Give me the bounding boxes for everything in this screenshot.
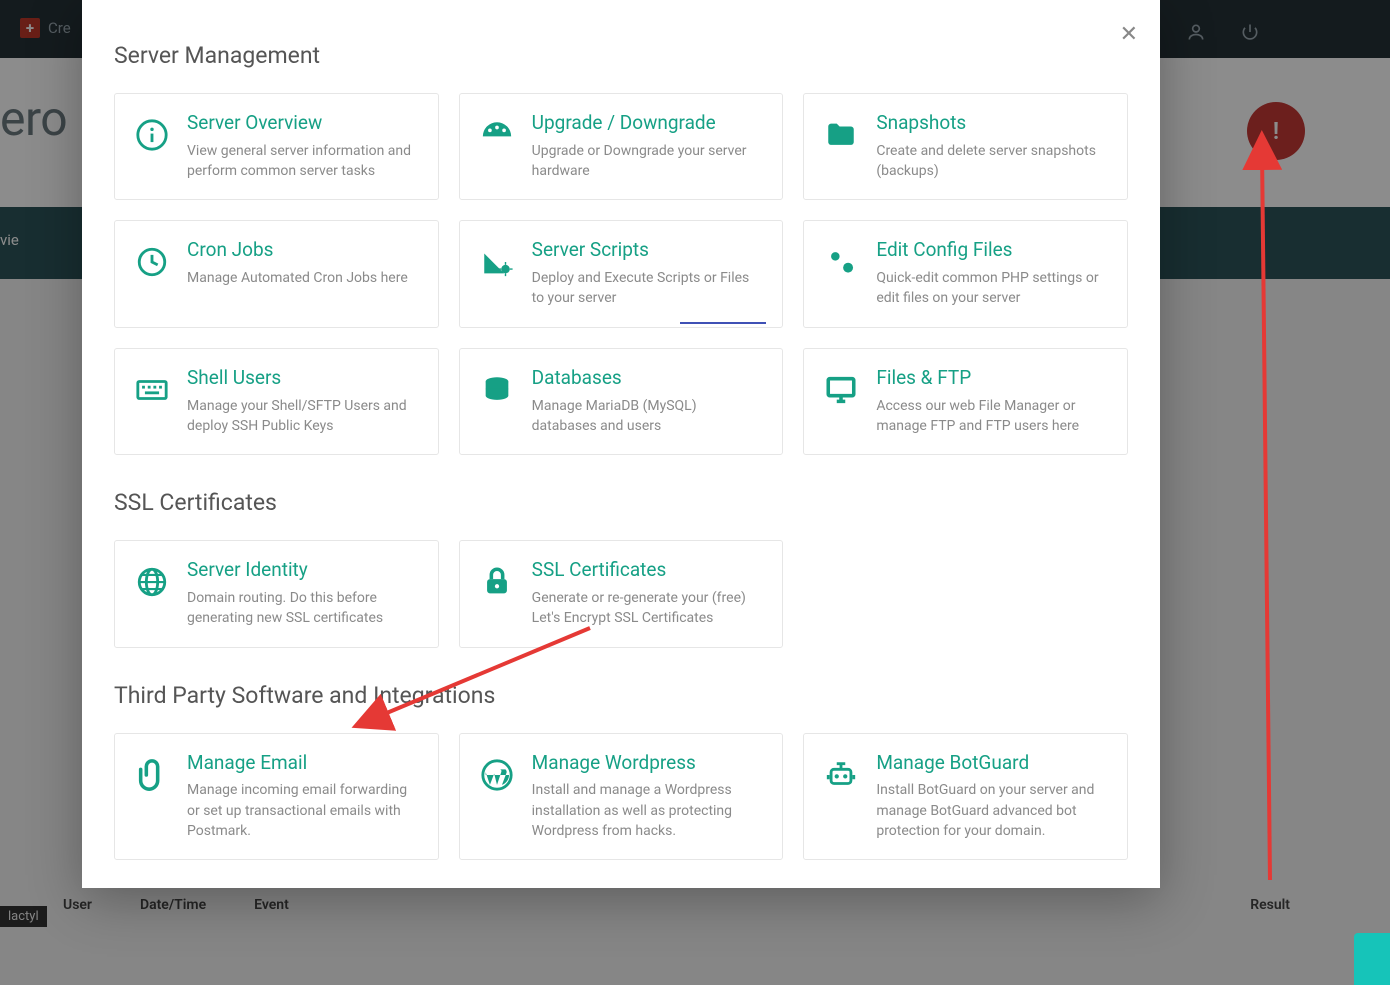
card-files[interactable]: Files & FTP Access our web File Manager … [803,348,1128,455]
card-title: Cron Jobs [187,239,420,262]
dashboard-icon [478,112,516,181]
card-desc: Install and manage a Wordpress installat… [532,780,765,841]
section-ssl: SSL Certificates [114,489,1128,516]
card-title: Server Overview [187,112,420,135]
paperclip-icon [133,752,171,842]
card-title: Edit Config Files [876,239,1109,262]
card-desc: Deploy and Execute Scripts or Files to y… [532,268,765,309]
info-icon [133,112,171,181]
card-desc: Generate or re-generate your (free) Let'… [532,588,765,629]
close-icon[interactable]: ✕ [1120,24,1138,46]
section-server-management: Server Management [114,42,1128,69]
card-desc: Upgrade or Downgrade your server hardwar… [532,141,765,182]
help-widget[interactable] [1354,933,1390,985]
globe-icon [133,559,171,628]
card-desc: View general server information and perf… [187,141,420,182]
card-desc: Install BotGuard on your server and mana… [876,780,1109,841]
card-title: Files & FTP [876,367,1109,390]
wordpress-icon [478,752,516,842]
modal-body: Server Management Server Overview View g… [82,0,1160,888]
card-shell[interactable]: Shell Users Manage your Shell/SFTP Users… [114,348,439,455]
card-title: Server Scripts [532,239,765,262]
card-ssl-certificates[interactable]: SSL Certificates Generate or re-generate… [459,540,784,647]
gears-icon [822,239,860,308]
clock-icon [133,239,171,308]
robot-icon [822,752,860,842]
card-title: Manage Wordpress [532,752,765,775]
server-management-modal: ✕ Server Management Server Overview View… [82,0,1160,888]
card-config[interactable]: Edit Config Files Quick-edit common PHP … [803,220,1128,327]
third-party-grid: Manage Email Manage incoming email forwa… [114,733,1128,861]
card-desc: Manage incoming email forwarding or set … [187,780,420,841]
ssl-grid: Server Identity Domain routing. Do this … [114,540,1128,647]
card-desc: Manage MariaDB (MySQL) databases and use… [532,396,765,437]
accent-underline [680,322,766,324]
card-desc: Domain routing. Do this before generatin… [187,588,420,629]
card-desc: Manage your Shell/SFTP Users and deploy … [187,396,420,437]
card-title: Server Identity [187,559,420,582]
card-cron[interactable]: Cron Jobs Manage Automated Cron Jobs her… [114,220,439,327]
card-desc: Quick-edit common PHP settings or edit f… [876,268,1109,309]
card-desc: Create and delete server snapshots (back… [876,141,1109,182]
card-manage-email[interactable]: Manage Email Manage incoming email forwa… [114,733,439,861]
card-title: Manage BotGuard [876,752,1109,775]
card-server-overview[interactable]: Server Overview View general server info… [114,93,439,200]
card-desc: Access our web File Manager or manage FT… [876,396,1109,437]
card-scripts[interactable]: Server Scripts Deploy and Execute Script… [459,220,784,327]
card-manage-wordpress[interactable]: Manage Wordpress Install and manage a Wo… [459,733,784,861]
card-desc: Manage Automated Cron Jobs here [187,268,420,288]
keyboard-icon [133,367,171,436]
card-databases[interactable]: Databases Manage MariaDB (MySQL) databas… [459,348,784,455]
monitor-icon [822,367,860,436]
card-title: Shell Users [187,367,420,390]
card-snapshots[interactable]: Snapshots Create and delete server snaps… [803,93,1128,200]
card-server-identity[interactable]: Server Identity Domain routing. Do this … [114,540,439,647]
database-icon [478,367,516,436]
server-management-grid: Server Overview View general server info… [114,93,1128,455]
card-title: Databases [532,367,765,390]
card-title: SSL Certificates [532,559,765,582]
lock-icon [478,559,516,628]
folder-icon [822,112,860,181]
card-manage-botguard[interactable]: Manage BotGuard Install BotGuard on your… [803,733,1128,861]
card-title: Snapshots [876,112,1109,135]
card-title: Upgrade / Downgrade [532,112,765,135]
card-title: Manage Email [187,752,420,775]
deploy-icon [478,239,516,308]
section-third-party: Third Party Software and Integrations [114,682,1128,709]
card-upgrade[interactable]: Upgrade / Downgrade Upgrade or Downgrade… [459,93,784,200]
